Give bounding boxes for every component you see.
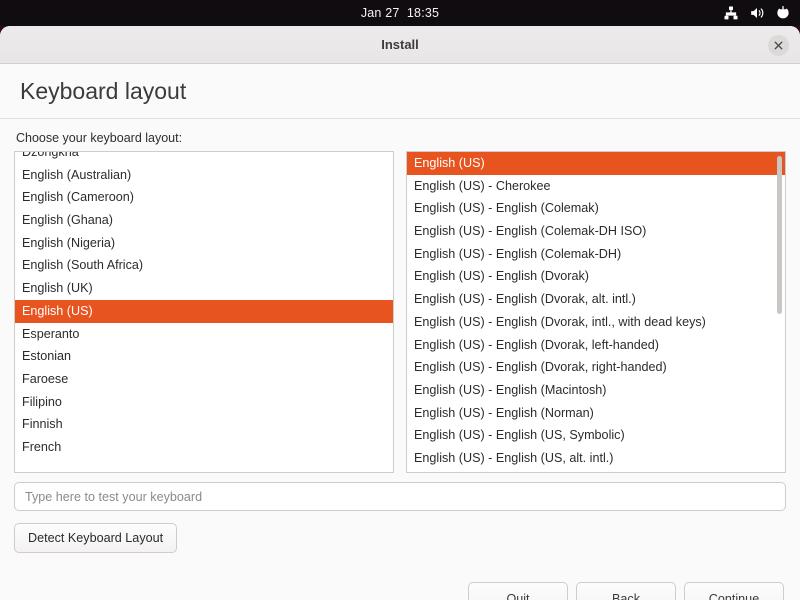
list-item[interactable]: English (US) - English (Colemak) [407,197,785,220]
list-item[interactable]: English (US) - English (US, alt. intl.) [407,447,785,470]
list-item[interactable]: English (Australian) [15,164,393,187]
keyboard-layout-list[interactable]: Dzongkha English (Australian) English (Cam… [14,151,394,473]
list-item[interactable]: English (US) - English (Dvorak, right-ha… [407,356,785,379]
close-icon [774,41,783,50]
keyboard-variant-list-viewport: English (US) English (US) - Cherokee Engli… [407,152,785,472]
system-top-bar: Jan 27 18:35 [0,0,800,26]
list-item[interactable]: English (US) - English (Colemak-DH) [407,243,785,266]
system-tray [723,0,791,26]
choose-layout-label: Choose your keyboard layout: [16,131,183,145]
list-item[interactable]: English (US) - English (Macintosh) [407,379,785,402]
variant-list-scrollbar[interactable] [775,153,784,471]
list-item[interactable]: Dzongkha [15,152,393,164]
continue-button[interactable]: Continue [684,582,784,600]
list-item[interactable]: Faroese [15,368,393,391]
volume-icon[interactable] [749,5,765,21]
list-item[interactable]: English (US) - English (Norman) [407,402,785,425]
list-item[interactable]: English (US) - English (US, Symbolic) [407,424,785,447]
page-content: Choose your keyboard layout: Dzongkha Eng… [0,119,800,600]
navigation-buttons: Quit Back Continue [0,582,800,600]
list-item[interactable]: Esperanto [15,323,393,346]
list-item[interactable]: English (Nigeria) [15,232,393,255]
list-item[interactable]: English (UK) [15,277,393,300]
window-title-bar: Install [0,26,800,64]
close-window-button[interactable] [768,35,789,56]
list-item[interactable]: Filipino [15,391,393,414]
keyboard-test-input[interactable] [14,482,786,511]
list-item[interactable]: French [15,436,393,459]
system-clock[interactable]: Jan 27 18:35 [361,6,439,20]
list-item[interactable]: Finnish [15,413,393,436]
keyboard-variant-list[interactable]: English (US) English (US) - Cherokee Engli… [406,151,786,473]
keyboard-variant-list-items: English (US) English (US) - Cherokee Engli… [407,152,785,470]
quit-button[interactable]: Quit [468,582,568,600]
window-title: Install [381,37,419,52]
list-item[interactable]: English (US) [15,299,393,323]
list-item[interactable]: English (US) - English (Colemak-DH ISO) [407,220,785,243]
list-item[interactable]: English (US) - English (Dvorak) [407,265,785,288]
list-item[interactable]: English (US) - English (Dvorak, intl., w… [407,311,785,334]
power-icon[interactable] [775,5,791,21]
layout-selection-area: Dzongkha English (Australian) English (Cam… [14,151,786,473]
page-title: Keyboard layout [20,77,187,104]
list-item[interactable]: English (US) - English (Dvorak, alt. int… [407,288,785,311]
back-button[interactable]: Back [576,582,676,600]
network-icon[interactable] [723,5,739,21]
list-item[interactable]: English (US) - Cherokee [407,175,785,198]
installer-window: Install Keyboard layout Choose your keyb… [0,26,800,600]
list-item[interactable]: English (Cameroon) [15,186,393,209]
page-header: Keyboard layout [0,64,800,119]
detect-keyboard-layout-button[interactable]: Detect Keyboard Layout [14,523,178,553]
list-item[interactable]: Estonian [15,345,393,368]
list-item[interactable]: English (US) [407,152,785,175]
keyboard-layout-list-items: Dzongkha English (Australian) English (Cam… [15,152,393,459]
list-item[interactable]: English (US) - English (Dvorak, left-han… [407,334,785,357]
variant-list-scrollbar-thumb[interactable] [777,156,782,314]
list-item[interactable]: English (South Africa) [15,254,393,277]
list-item[interactable]: English (Ghana) [15,209,393,232]
keyboard-layout-list-viewport: Dzongkha English (Australian) English (Cam… [15,152,393,472]
